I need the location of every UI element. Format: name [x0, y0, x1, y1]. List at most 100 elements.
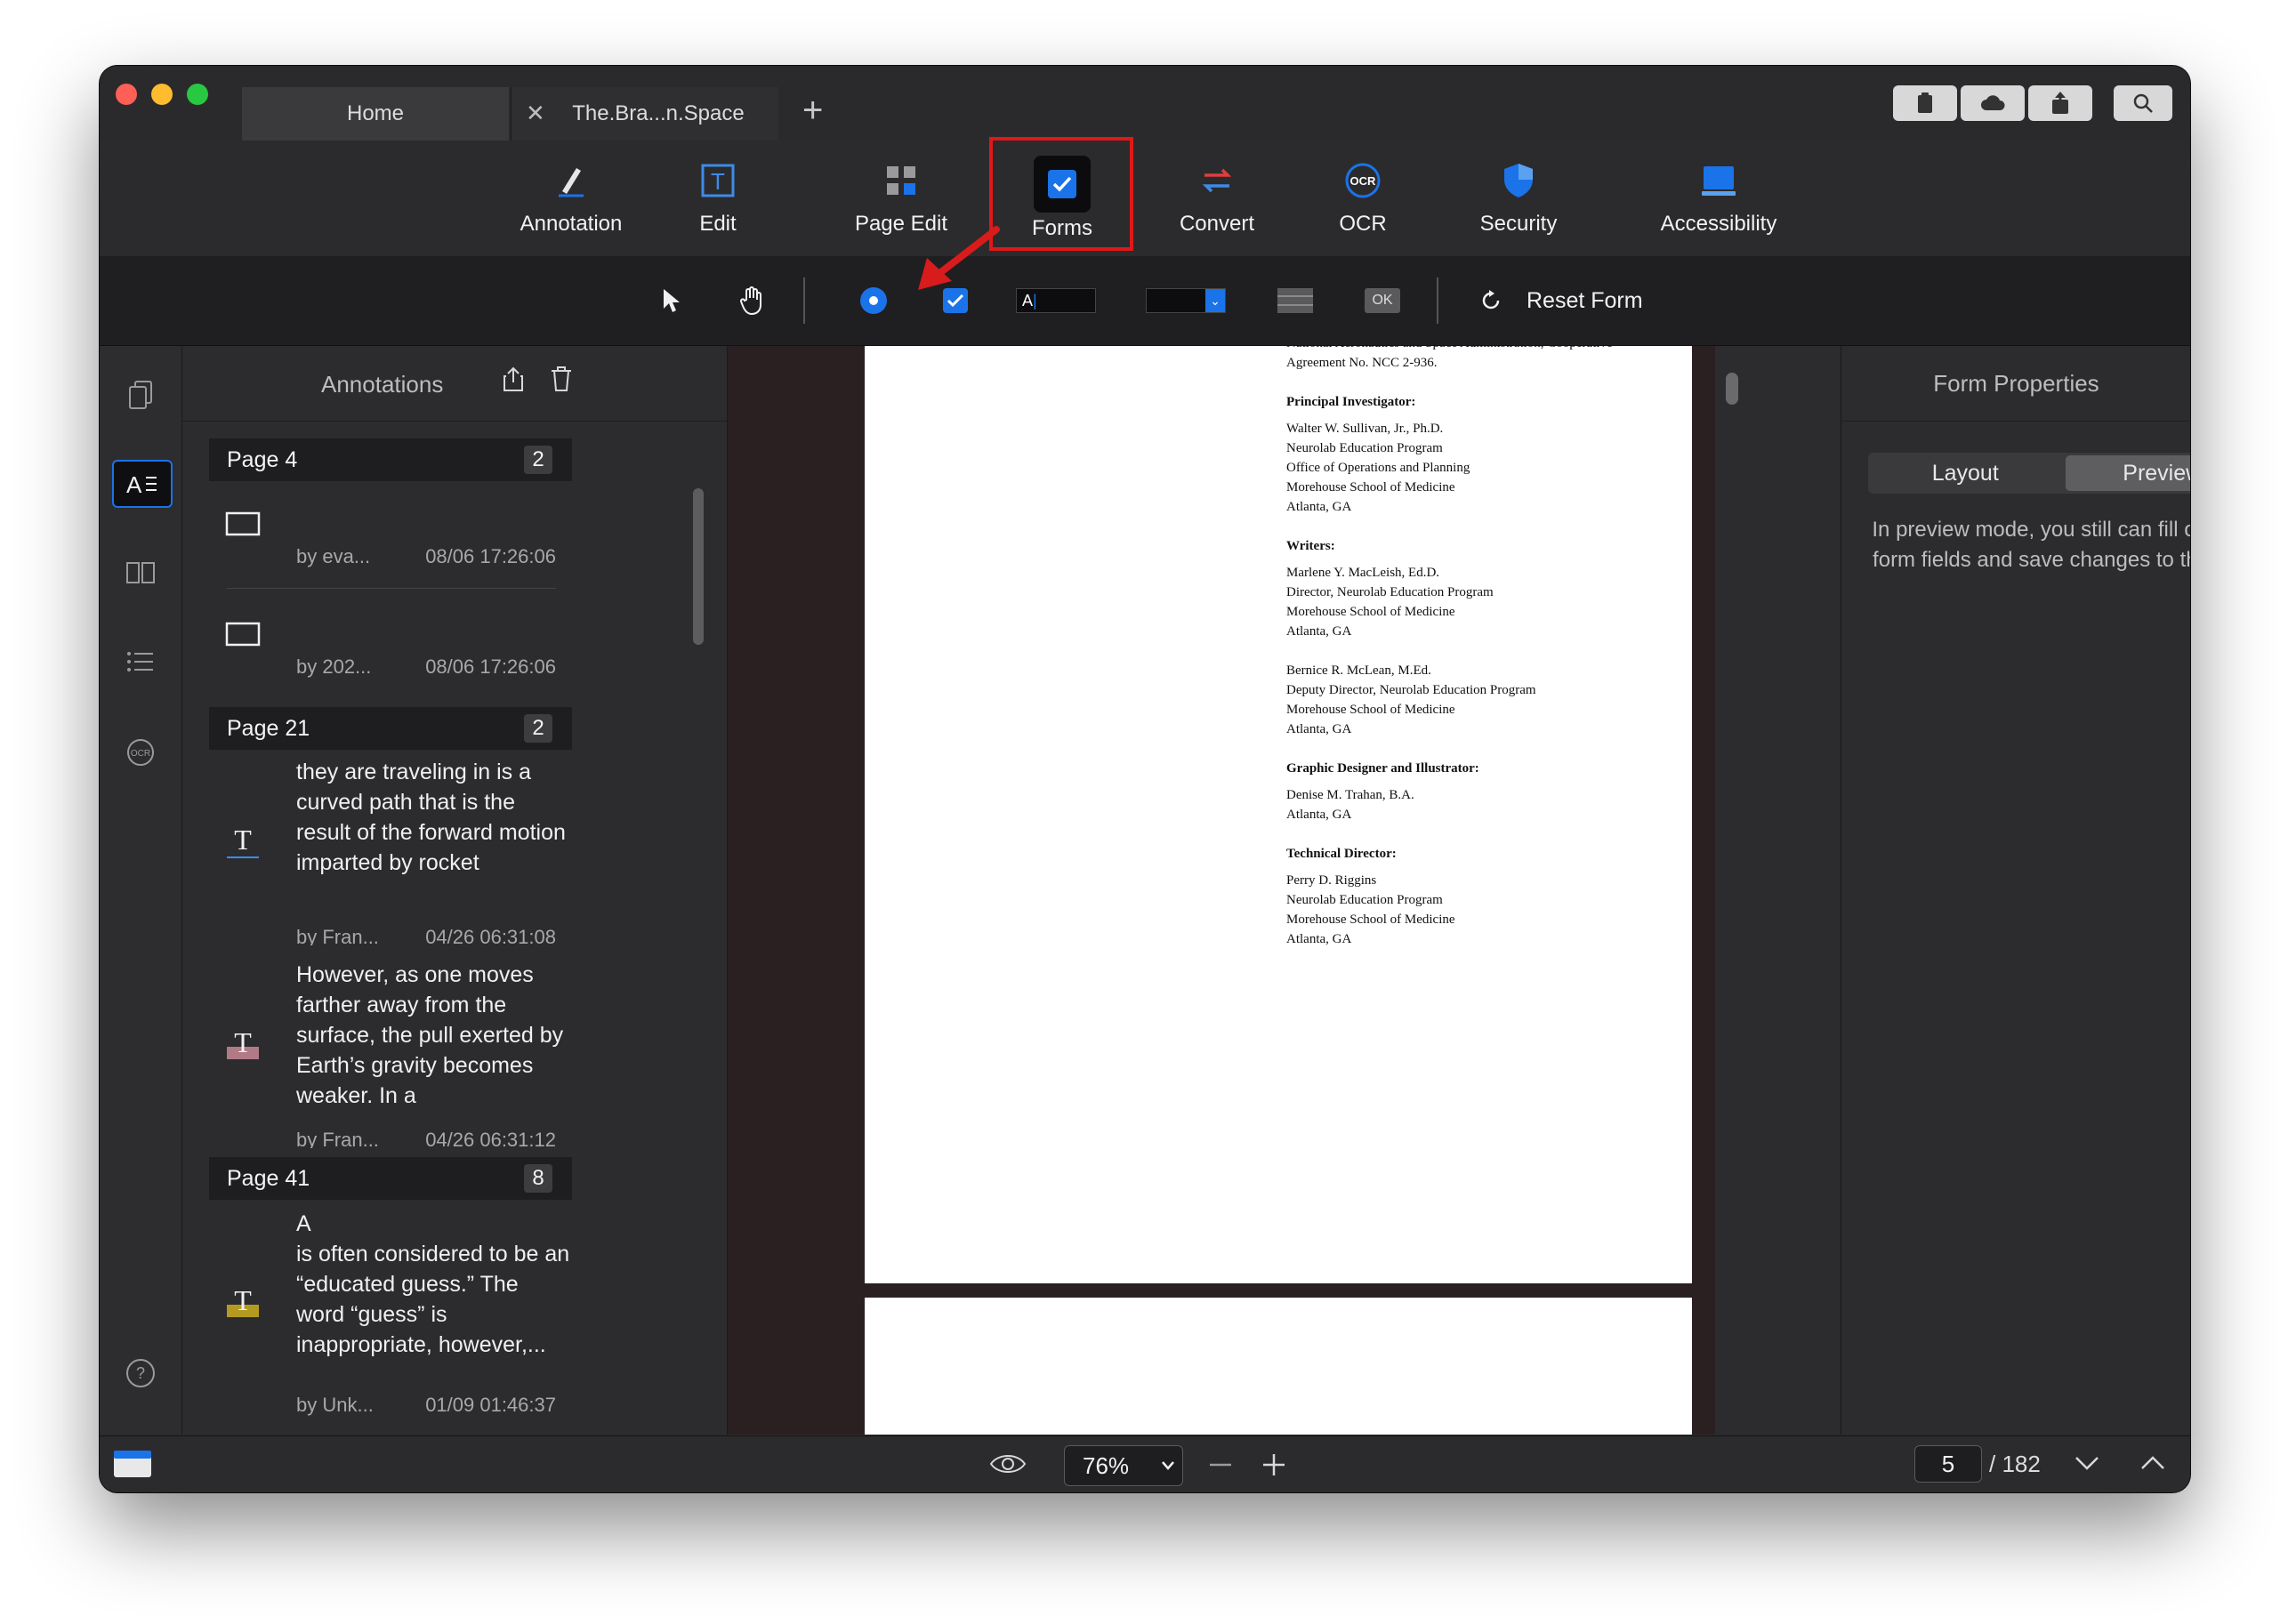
next-page-button[interactable]	[2075, 1454, 2099, 1476]
pages-icon	[129, 381, 152, 409]
annotation-group-header[interactable]: Page 41 8	[209, 1157, 572, 1200]
cloud-button[interactable]	[1961, 85, 2025, 121]
close-tab-icon[interactable]: ✕	[526, 100, 545, 127]
tab-preview[interactable]: Preview	[2065, 455, 2190, 491]
rail-help-button[interactable]: ?	[112, 1351, 169, 1395]
status-bar: 76% 5 / 182	[100, 1435, 2190, 1492]
annotation-item[interactable]: T they are traveling in is a curved path…	[209, 757, 572, 945]
reset-form-button[interactable]: Reset Form	[1478, 256, 1665, 345]
minimize-window-button[interactable]	[151, 84, 173, 105]
doc-line: Denise M. Trahan, B.A.	[1286, 788, 1414, 802]
tab-document-label: The.Bra...n.Space	[572, 101, 745, 125]
zoom-out-button[interactable]	[1208, 1452, 1233, 1482]
doc-line: Bernice R. McLean, M.Ed.	[1286, 663, 1431, 678]
doc-line: Atlanta, GA	[1286, 624, 1352, 639]
annotation-text: they are traveling in is a curved path t…	[296, 760, 566, 875]
toolbar-edit-label: Edit	[699, 212, 737, 236]
chevron-up-icon	[2141, 1456, 2164, 1469]
previous-page-button[interactable]	[2140, 1454, 2165, 1476]
list-box-tool[interactable]	[1269, 256, 1322, 345]
select-tool[interactable]	[644, 256, 697, 345]
text-field-icon: A |	[1016, 288, 1096, 313]
document-view[interactable]: National Aeronautics and Space Administr…	[728, 346, 1840, 1435]
reset-icon	[1482, 290, 1500, 310]
toggle-sidebar-button[interactable]	[112, 1449, 153, 1483]
tab-layout[interactable]: Layout	[1868, 453, 2063, 494]
toolbar-security[interactable]: Security	[1461, 141, 1576, 256]
radio-button-tool[interactable]	[847, 256, 900, 345]
doc-line: Morehouse School of Medicine	[1286, 912, 1455, 927]
search-button[interactable]	[2114, 85, 2172, 121]
ok-button-icon: OK	[1365, 288, 1400, 313]
left-rail: A OCR ?	[100, 346, 182, 1435]
delete-annotations-button[interactable]	[551, 366, 572, 397]
rail-ocr-button[interactable]: OCR	[112, 730, 169, 775]
rail-pages-button[interactable]	[112, 373, 169, 417]
close-window-button[interactable]	[116, 84, 137, 105]
toolbar-ocr[interactable]: OCR OCR	[1318, 141, 1407, 256]
annotation-item[interactable]: by 202... 08/06 17:26:06	[209, 597, 572, 696]
doc-heading: Technical Director:	[1286, 847, 1397, 861]
rail-outline-button[interactable]	[112, 639, 169, 684]
export-annotations-button[interactable]	[503, 366, 524, 397]
combo-box-icon: ⌄	[1146, 288, 1226, 313]
annotation-date: 08/06 17:26:06	[425, 655, 556, 678]
annotations-scrollbar[interactable]	[693, 488, 704, 645]
sidebar-icon	[114, 1451, 151, 1477]
toolbar-accessibility[interactable]: Accessibility	[1630, 141, 1808, 256]
annotation-text: A is often considered to be an “educated…	[296, 1211, 570, 1357]
doc-line: Morehouse School of Medicine	[1286, 480, 1455, 494]
combo-box-tool[interactable]: ⌄	[1146, 256, 1226, 345]
rectangle-icon	[225, 511, 261, 541]
convert-icon	[1202, 168, 1232, 193]
mode-segmented-control: Layout Preview	[1868, 453, 2190, 494]
reset-form-label: Reset Form	[1527, 287, 1643, 313]
annotation-group-header[interactable]: Page 21 2	[209, 707, 572, 750]
pdf-page-next[interactable]	[865, 1298, 1692, 1435]
toolbar-convert-label: Convert	[1179, 212, 1255, 236]
book-icon	[126, 562, 155, 583]
toolbar-security-label: Security	[1479, 212, 1558, 236]
current-page: 5	[1941, 1450, 1955, 1477]
svg-text:OCR: OCR	[131, 749, 150, 759]
new-tab-button[interactable]: +	[802, 92, 823, 128]
zoom-value: 76%	[1083, 1451, 1130, 1479]
zoom-window-button[interactable]	[187, 84, 208, 105]
form-properties-title-text: Form Properties	[1933, 369, 2099, 397]
share-button[interactable]	[2028, 85, 2092, 121]
tab-home[interactable]: Home	[242, 87, 509, 141]
svg-text:T: T	[711, 168, 725, 195]
zoom-select[interactable]: 76%	[1064, 1445, 1183, 1486]
annotation-item[interactable]: by eva... 08/06 17:26:06	[209, 488, 572, 588]
rail-annotations-button[interactable]: A	[112, 460, 173, 508]
page-number-input[interactable]: 5	[1914, 1445, 1982, 1483]
annotation-group-header[interactable]: Page 4 2	[209, 438, 572, 481]
view-mode-button[interactable]	[989, 1451, 1027, 1482]
text-field-tool[interactable]: A |	[1016, 256, 1096, 345]
toolbar-convert[interactable]: Convert	[1155, 141, 1279, 256]
help-icon: ?	[126, 1359, 155, 1387]
tab-document[interactable]: ✕ The.Bra...n.Space	[511, 87, 778, 141]
hand-tool[interactable]	[726, 256, 779, 345]
toolbar-divider	[1437, 277, 1438, 324]
button-tool[interactable]: OK	[1356, 256, 1409, 345]
share-icon	[2052, 92, 2068, 114]
toolbar-annotation[interactable]: Annotation	[509, 141, 633, 256]
toolbar-annotation-label: Annotation	[520, 212, 623, 236]
doc-line: Neurolab Education Program	[1286, 441, 1443, 455]
title-bar: Home ✕ The.Bra...n.Space +	[100, 66, 2190, 141]
red-arrow-icon	[918, 226, 1000, 290]
annotation-item[interactable]: T However, as one moves farther away fro…	[209, 960, 572, 1148]
rail-bookmarks-button[interactable]	[112, 551, 169, 595]
text-edit-icon: T	[701, 164, 735, 197]
pdf-page[interactable]: National Aeronautics and Space Administr…	[865, 346, 1692, 1283]
annotation-author: by 202...	[296, 655, 372, 678]
form-properties-title: Form Properties	[1841, 346, 2190, 422]
document-scrollbar[interactable]	[1726, 373, 1738, 405]
doc-line: National Aeronautics and Space Administr…	[1286, 346, 1678, 353]
zoom-in-button[interactable]	[1261, 1452, 1286, 1482]
clipboard-button[interactable]	[1893, 85, 1957, 121]
radio-icon	[860, 287, 887, 314]
toolbar-edit[interactable]: T Edit	[669, 141, 767, 256]
annotation-item[interactable]: T A is often considered to be an “educat…	[209, 1209, 572, 1435]
